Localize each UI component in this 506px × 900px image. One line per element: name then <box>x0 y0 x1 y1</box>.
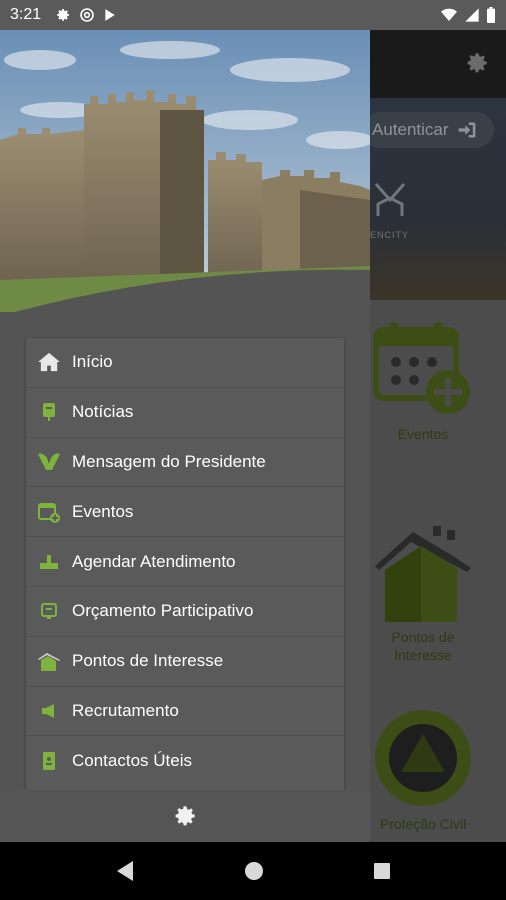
brand-text: ENCITY <box>370 230 410 240</box>
grid-item-events[interactable]: Eventos <box>370 320 476 442</box>
menu-item-label: Contactos Úteis <box>72 751 192 771</box>
home-button-icon[interactable] <box>244 861 264 881</box>
castle-icon <box>375 526 471 622</box>
civil-protection-icon <box>375 710 471 806</box>
grid-item-label: Pontos de Interesse <box>391 629 455 663</box>
castle-photo <box>0 30 370 312</box>
grid-item-points-of-interest[interactable]: Pontos de Interesse <box>370 526 476 664</box>
news-icon <box>38 401 60 423</box>
grid-item-label: Eventos <box>397 426 449 442</box>
home-icon <box>38 351 60 373</box>
sign-in-icon <box>458 122 475 138</box>
signal-icon <box>465 8 479 22</box>
settings-gear-icon[interactable] <box>172 803 198 829</box>
menu-item-noticias[interactable]: Notícias <box>26 388 344 438</box>
megaphone-icon <box>38 700 60 722</box>
login-button[interactable]: Autenticar <box>362 112 494 148</box>
menu-item-mensagem-do-presidente[interactable]: Mensagem do Presidente <box>26 438 344 488</box>
wifi-icon <box>441 8 457 21</box>
menu-item-eventos[interactable]: Eventos <box>26 487 344 538</box>
menu-item-label: Início <box>72 352 113 372</box>
gear-icon[interactable] <box>464 50 490 76</box>
contacts-icon <box>38 750 60 772</box>
menu-item-orcamento-participativo[interactable]: Orçamento Participativo <box>26 587 344 637</box>
castle-icon <box>38 650 60 672</box>
budget-icon <box>38 600 60 622</box>
battery-icon <box>487 7 495 23</box>
grid-item-civil-protection[interactable]: Proteção Civil <box>370 708 476 832</box>
menu-item-pontos-de-interesse[interactable]: Pontos de Interesse <box>26 637 344 687</box>
schedule-icon <box>38 551 60 573</box>
status-bar: 3:21 <box>0 0 506 30</box>
drawer-header-image <box>0 30 370 312</box>
calendar-add-icon <box>373 322 470 414</box>
calendar-icon <box>38 501 60 523</box>
menu-item-label: Orçamento Participativo <box>72 601 254 621</box>
navigation-drawer: Início Notícias Mensagem do Presidente E… <box>0 30 370 842</box>
login-label: Autenticar <box>372 120 449 139</box>
recents-icon[interactable] <box>373 862 391 880</box>
back-icon[interactable] <box>115 860 135 882</box>
menu-item-label: Mensagem do Presidente <box>72 451 266 471</box>
menu-item-label: Notícias <box>72 402 134 422</box>
system-navigation-bar <box>0 842 506 900</box>
menu-item-label: Recrutamento <box>72 700 179 720</box>
logo-mark-icon <box>374 183 406 216</box>
menu-item-recrutamento[interactable]: Recrutamento <box>26 687 344 737</box>
menu-item-label: Agendar Atendimento <box>72 551 236 571</box>
grid-item-label: Proteção Civil <box>379 816 467 832</box>
message-icon <box>38 451 60 473</box>
app-grid: Eventos Pontos de Interesse Proteção Civ… <box>370 300 506 842</box>
drawer-footer <box>0 790 370 842</box>
menu-item-inicio[interactable]: Início <box>26 338 344 388</box>
menu-item-contactos-uteis[interactable]: Contactos Úteis <box>26 736 344 786</box>
menu-item-label: Pontos de Interesse <box>72 651 224 671</box>
menu-item-label: Eventos <box>72 501 134 521</box>
settings-status-icon <box>57 9 70 21</box>
menu-item-agendar-atendimento[interactable]: Agendar Atendimento <box>26 537 344 587</box>
sync-status-icon <box>80 8 94 22</box>
drawer-menu: Início Notícias Mensagem do Presidente E… <box>26 338 344 790</box>
status-time: 3:21 <box>10 6 42 23</box>
play-store-icon <box>105 9 115 21</box>
